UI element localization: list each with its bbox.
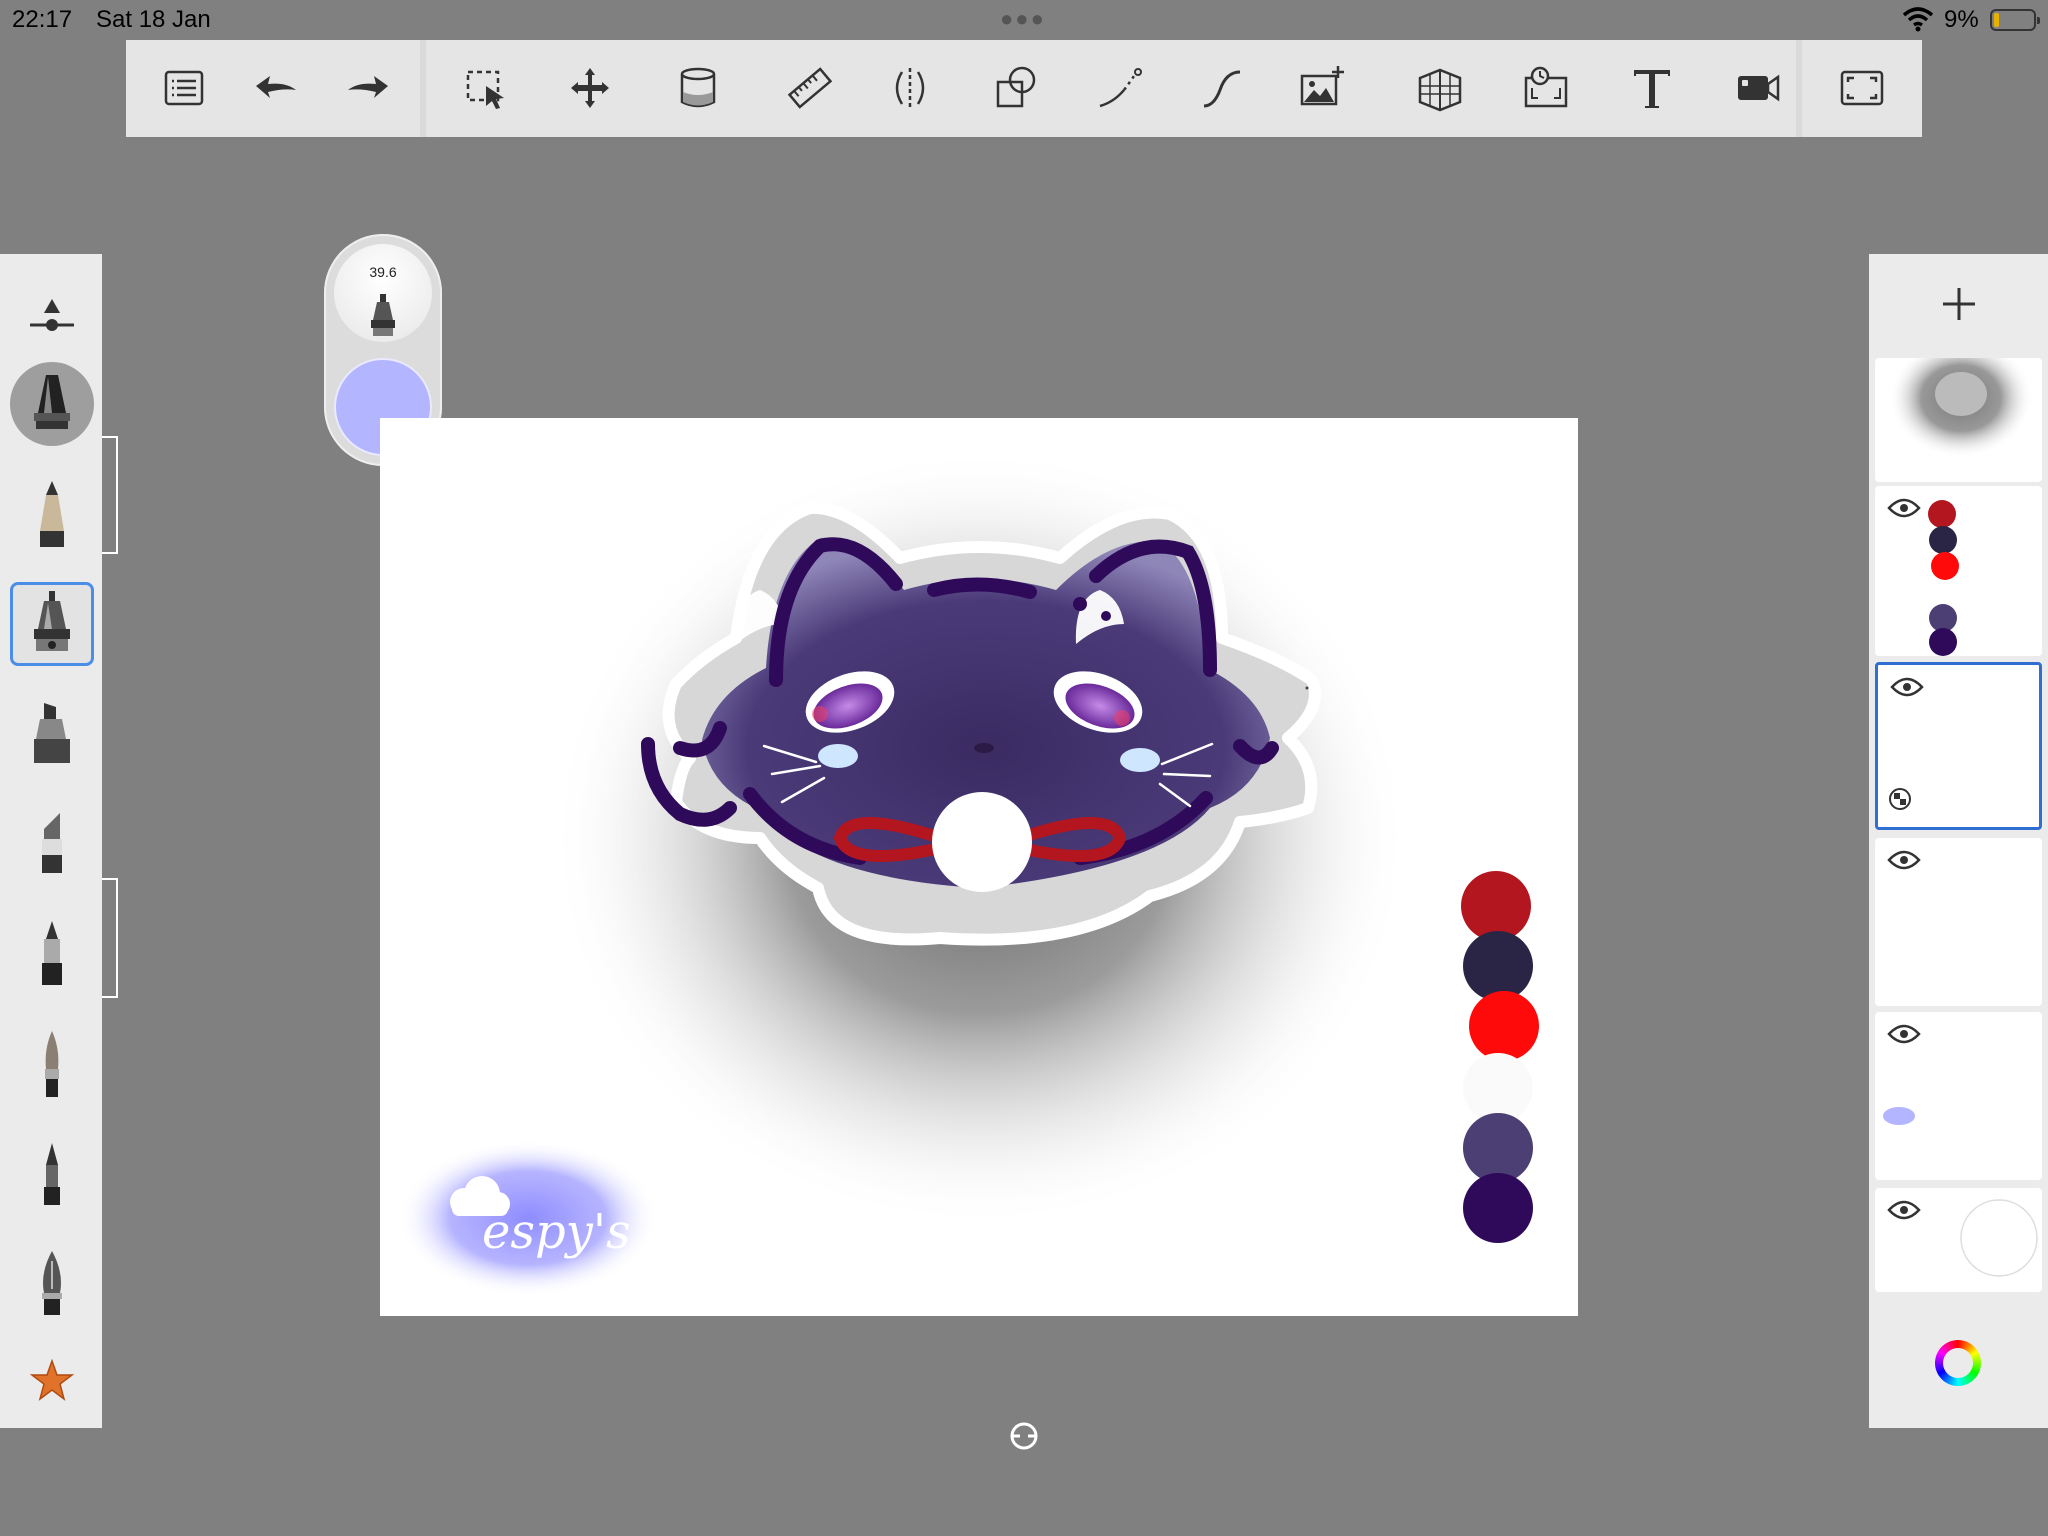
wifi-icon	[1902, 7, 1934, 32]
brush-panel	[0, 254, 102, 1428]
brush-size-slider-icon[interactable]	[10, 274, 94, 358]
airbrush-icon[interactable]	[10, 362, 94, 446]
predictive-stroke-icon[interactable]	[1092, 60, 1148, 116]
stray-dot	[1305, 686, 1309, 690]
canvas-rotation-icon[interactable]	[1008, 1420, 1040, 1452]
multitasking-dots-icon[interactable]: ●●●	[1000, 6, 1046, 32]
brush-group-bracket	[102, 436, 118, 554]
fill-bucket-icon[interactable]	[670, 60, 726, 116]
drawing-canvas[interactable]: espy's	[380, 418, 1578, 1316]
redo-icon[interactable]	[340, 60, 396, 116]
time-lapse-icon[interactable]	[1518, 60, 1574, 116]
favorites-star-icon[interactable]	[10, 1340, 94, 1424]
cat-bow-knot	[932, 792, 1032, 892]
layers-panel	[1869, 254, 2048, 1428]
layer-thumbnail-shadow[interactable]	[1875, 358, 2042, 482]
cat-freckle	[1101, 611, 1111, 621]
brush-size-control[interactable]: 39.6	[334, 244, 432, 342]
battery-percent: 9%	[1944, 6, 1979, 33]
layer-thumbnail-empty[interactable]	[1875, 838, 2042, 1006]
layer-thumbnail-background[interactable]	[1875, 1188, 2042, 1292]
brush-group-bracket	[102, 878, 118, 998]
battery-icon	[1990, 9, 2040, 31]
perspective-grid-icon[interactable]	[1412, 60, 1468, 116]
pencil-icon[interactable]	[10, 472, 94, 556]
add-layer-button[interactable]	[1869, 254, 2048, 354]
cat-nose	[974, 743, 994, 753]
paint-brush-icon[interactable]	[10, 1022, 94, 1106]
status-time: 22:17	[12, 6, 73, 33]
eye-icon[interactable]	[1887, 1024, 1921, 1044]
brush-size-value: 39.6	[369, 264, 397, 280]
layer-preview	[1883, 1107, 1915, 1125]
cat-freckle	[1073, 597, 1087, 611]
layer-thumbnail-signature[interactable]	[1875, 1012, 2042, 1180]
signature-text: espy's	[482, 1204, 631, 1260]
chisel-marker-icon[interactable]	[10, 802, 94, 886]
status-date: Sat 18 Jan	[96, 6, 211, 33]
marker-icon[interactable]	[10, 692, 94, 776]
steady-stroke-icon[interactable]	[1194, 60, 1250, 116]
technical-pen-icon	[371, 294, 395, 336]
layer-preview	[1889, 358, 2033, 458]
technical-pen-icon[interactable]	[10, 582, 94, 666]
color-wheel-icon[interactable]	[1935, 1340, 1981, 1386]
layer-thumbnail-palette[interactable]	[1875, 486, 2042, 656]
eye-icon[interactable]	[1887, 1200, 1921, 1220]
layer-preview	[1960, 1199, 2038, 1277]
transform-icon[interactable]	[562, 60, 618, 116]
fullscreen-icon[interactable]	[1834, 60, 1890, 116]
main-toolbar	[126, 40, 1922, 137]
shapes-icon[interactable]	[988, 60, 1044, 116]
eye-icon[interactable]	[1887, 850, 1921, 870]
add-image-icon[interactable]	[1294, 60, 1350, 116]
layer-preview	[1928, 500, 1959, 656]
selection-icon[interactable]	[458, 60, 514, 116]
fineliner-icon[interactable]	[10, 912, 94, 996]
menu-icon[interactable]	[156, 60, 212, 116]
palette-swatches	[1461, 871, 1539, 1243]
fountain-pen-icon[interactable]	[10, 1242, 94, 1326]
ruler-icon[interactable]	[782, 60, 838, 116]
layer-thumbnail-selected[interactable]	[1875, 662, 2042, 830]
record-icon[interactable]	[1730, 60, 1786, 116]
plus-icon	[1942, 288, 1975, 320]
ink-pen-icon[interactable]	[10, 1132, 94, 1216]
symmetry-icon[interactable]	[882, 60, 938, 116]
alpha-lock-icon[interactable]	[1888, 787, 1912, 811]
status-bar: 22:17 Sat 18 Jan ●●● 9%	[0, 0, 2048, 40]
artwork[interactable]: espy's	[380, 418, 1578, 1316]
undo-icon[interactable]	[248, 60, 304, 116]
eye-icon[interactable]	[1890, 677, 1924, 697]
text-icon[interactable]	[1624, 60, 1680, 116]
